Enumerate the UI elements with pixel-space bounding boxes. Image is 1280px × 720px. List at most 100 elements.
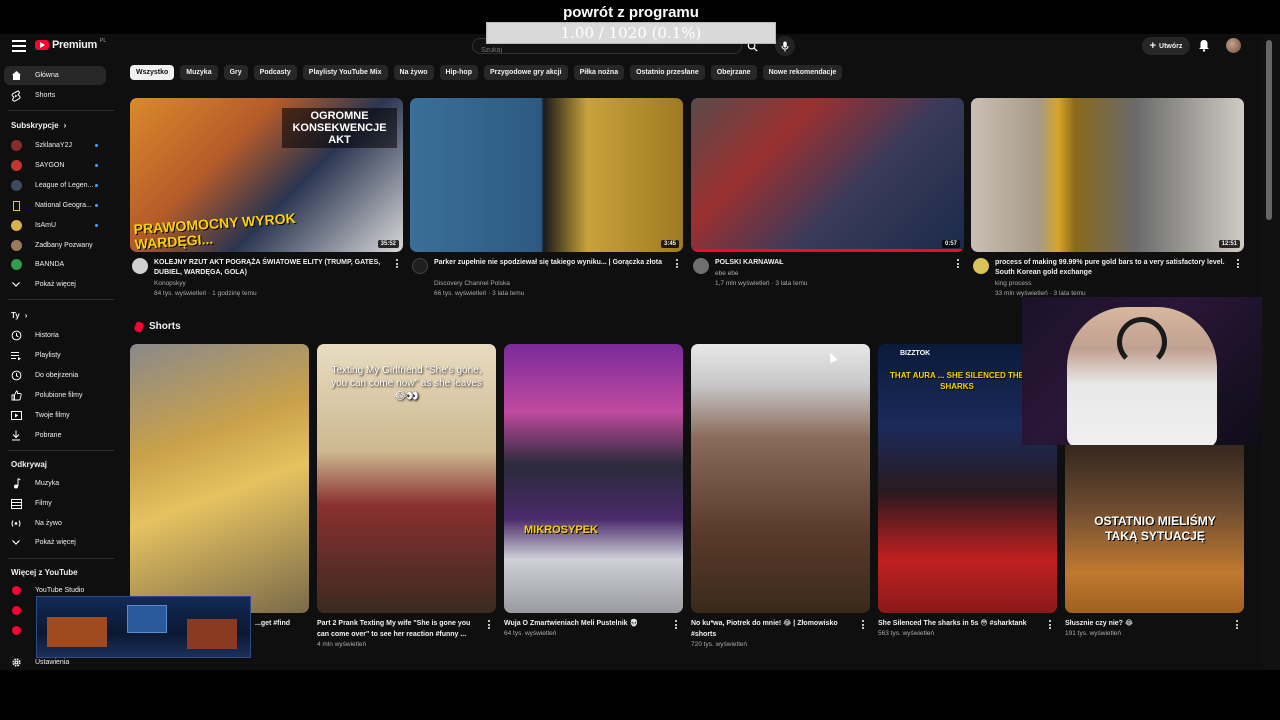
you-heading[interactable]: Ty › [11,311,27,320]
channel-name[interactable]: Discovery Channel Polska [434,280,510,287]
notifications-button[interactable] [1198,39,1210,57]
more-options-icon[interactable] [1235,620,1239,629]
video-title[interactable]: KOLEJNY RZUT AKT POGRĄŻA ŚWIATOWE ELITY … [154,258,389,278]
short-thumbnail[interactable] [130,344,309,613]
channel-name[interactable]: Konopskyy [154,280,186,287]
video-title[interactable]: POLSKI KARNAWAŁ [715,258,950,268]
sidebar-show-more-subscriptions[interactable]: Pokaż więcej [4,275,106,294]
sidebar-item-shorts[interactable]: Shorts [4,86,106,105]
streamer-webcam-overlay [1022,297,1280,445]
channel-avatar[interactable] [973,258,989,274]
scrollbar[interactable] [1262,34,1280,670]
sidebar-item-live[interactable]: Na żywo [4,514,106,533]
channel-avatar[interactable] [412,258,428,274]
chevron-down-icon [10,537,22,549]
short-card[interactable]: MIKROSYPEK Wuja O Zmartwieniach Meli Pus… [504,344,683,654]
sidebar-item-music[interactable]: Muzyka [4,474,106,493]
overlay-progress-bar: 1.00 / 1020 (0.1%) [486,22,776,44]
video-thumbnail[interactable]: 0:57 [691,98,964,252]
chip-live[interactable]: Na żywo [393,65,434,80]
more-options-icon[interactable] [1048,620,1052,629]
chip-action-adventure[interactable]: Przygodowe gry akcji [483,65,568,80]
short-card[interactable]: Texting My Girlfriend "She's gone, you c… [317,344,496,654]
sidebar-item-subscription[interactable]: League of Legen... [4,176,106,195]
scrollbar-thumb[interactable] [1266,40,1272,220]
sidebar-item-playlists[interactable]: Playlisty [4,346,106,365]
sidebar-item-subscription[interactable]: SzklanaY2J [4,136,106,155]
youtube-studio-icon [10,585,22,597]
short-thumbnail[interactable] [691,344,870,613]
thumbnail-caption-top: OGROMNE KONSEKWENCJE AKT [282,108,397,148]
chip-games[interactable]: Gry [223,65,248,80]
voice-search-button[interactable] [775,36,795,56]
sidebar-item-subscription[interactable]: BANNDA [4,255,106,274]
short-title[interactable]: No ku*wa, Piotrek do mnie! 😂 | Złomowisk… [691,618,856,640]
video-card[interactable]: OGROMNE KONSEKWENCJE AKT PRAWOMOCNY WYRO… [130,98,403,308]
sidebar-item-subscription[interactable]: National Geogra... [4,196,106,215]
sidebar-item-home[interactable]: Główna [4,66,106,85]
chip-podcasts[interactable]: Podcasty [253,65,297,80]
channel-name[interactable]: king process [995,280,1032,287]
new-content-dot [95,164,98,167]
video-card[interactable]: 0:57 POLSKI KARNAWAŁ ebe ebe 1,7 mln wyś… [691,98,964,308]
video-title[interactable]: process of making 99.99% pure gold bars … [995,258,1230,278]
chip-recently-uploaded[interactable]: Ostatnio przesłane [630,65,705,80]
more-options-icon[interactable] [487,620,491,629]
short-title[interactable]: She Silenced The sharks in 5s 😳 #sharkta… [878,618,1043,629]
more-options-icon[interactable] [395,259,399,268]
video-card[interactable]: 3:45 Parker zupełnie nie spodziewał się … [410,98,683,308]
more-options-icon[interactable] [861,620,865,629]
sidebar-item-your-videos[interactable]: Twoje filmy [4,406,106,425]
video-thumbnail[interactable]: 3:45 [410,98,683,252]
logo-country: PL [99,38,107,44]
menu-icon[interactable] [12,40,26,52]
more-options-icon[interactable] [956,259,960,268]
video-duration: 3:45 [660,240,679,248]
short-thumbnail[interactable]: MIKROSYPEK [504,344,683,613]
channel-avatar[interactable] [132,258,148,274]
short-overlay-text: Texting My Girlfriend "She's gone, you c… [331,365,482,402]
sidebar-item-subscription[interactable]: Zadbany Pozwany [4,236,106,255]
short-card[interactable]: No ku*wa, Piotrek do mnie! 😂 | Złomowisk… [691,344,870,654]
chip-all[interactable]: Wszystko [130,65,175,80]
channel-avatar[interactable] [693,258,709,274]
video-thumbnail[interactable]: 12:51 [971,98,1244,252]
short-overlay-text: THAT AURA ... SHE SILENCED THE SHARKS [890,371,1024,391]
video-card[interactable]: 12:51 process of making 99.99% pure gold… [971,98,1244,308]
thumbs-up-icon [10,390,22,402]
short-thumbnail[interactable]: Texting My Girlfriend "She's gone, you c… [317,344,496,613]
webcam-headphones [1117,317,1167,367]
youtube-premium-logo[interactable]: Premium PL [35,38,107,51]
video-title[interactable]: Parker zupełnie nie spodziewał się takie… [434,258,669,268]
chip-new-to-you[interactable]: Nowe rekomendacje [762,65,843,80]
chip-hiphop[interactable]: Hip-hop [439,65,478,80]
chip-mix[interactable]: Playlisty YouTube Mix [302,65,388,80]
sidebar-item-downloads[interactable]: Pobrane [4,426,106,445]
more-options-icon[interactable] [675,259,679,268]
channel-name[interactable]: ebe ebe [715,270,739,277]
sidebar-show-more-explore[interactable]: Pokaż więcej [4,533,106,552]
sidebar-item-watch-later[interactable]: Do obejrzenia [4,366,106,385]
video-thumbnail[interactable]: OGROMNE KONSEKWENCJE AKT PRAWOMOCNY WYRO… [130,98,403,252]
short-views: 191 tys. wyświetleń [1065,630,1121,637]
account-avatar[interactable] [1226,38,1241,53]
create-button[interactable]: + Utwórz [1142,37,1190,55]
more-options-icon[interactable] [1236,259,1240,268]
sidebar-item-subscription[interactable]: SAYGON [4,156,106,175]
chip-music[interactable]: Muzyka [180,65,218,80]
filter-chips-bar: Wszystko Muzyka Gry Podcasty Playlisty Y… [130,65,843,80]
sidebar-item-history[interactable]: Historia [4,326,106,345]
chip-football[interactable]: Piłka nożna [573,65,625,80]
chevron-down-icon [10,279,22,291]
subscriptions-heading[interactable]: Subskrypcje › [11,121,66,130]
chip-watched[interactable]: Obejrzane [710,65,757,80]
sidebar-item-liked[interactable]: Polubione filmy [4,386,106,405]
short-title[interactable]: Part 2 Prank Texting My wife "She is gon… [317,618,482,640]
live-icon [10,518,22,530]
short-title[interactable]: Słusznie czy nie? 😂 [1065,618,1230,629]
more-options-icon[interactable] [674,620,678,629]
short-title[interactable]: Wuja O Zmartwieniach Meli Pustelnik 💀 [504,618,669,629]
sidebar-item-movies[interactable]: Filmy [4,494,106,513]
search-input[interactable] [473,43,703,58]
sidebar-item-subscription[interactable]: IsAmU [4,216,106,235]
